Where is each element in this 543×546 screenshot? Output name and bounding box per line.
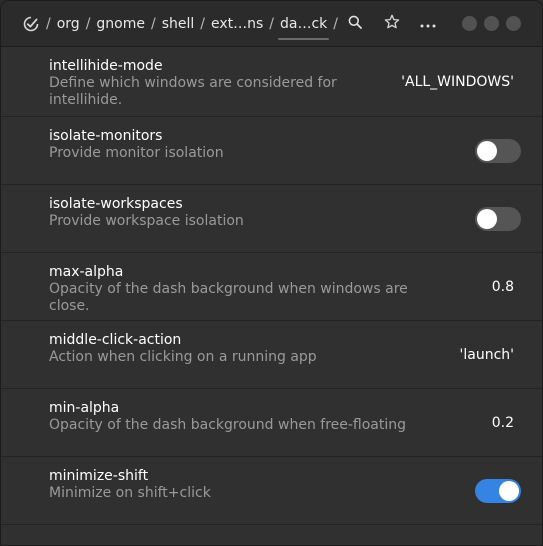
key-value: 'launch' [459,346,514,363]
breadcrumb-separator: / [150,15,156,32]
key-row-isolate-monitors[interactable]: isolate-monitors Provide monitor isolati… [1,117,542,185]
switch-knob [477,140,497,161]
header-bar: / org / gnome / shell / ext…ns / da…ck / [1,1,542,47]
row-text: middle-click-action Action when clicking… [49,332,379,366]
close-window-button[interactable] [506,16,521,31]
breadcrumb-org[interactable]: org [53,16,84,32]
key-name: middle-click-action [49,332,182,348]
breadcrumb-separator: / [46,15,51,32]
minimize-shift-switch[interactable] [475,478,521,503]
star-icon [384,14,400,34]
breadcrumb-dash-to-dock[interactable]: da…ck [276,16,331,40]
key-value: 'ALL_WINDOWS' [401,73,514,90]
row-text: min-alpha Opacity of the dash background… [49,400,449,434]
key-name: minimize-shift [49,468,149,484]
dconf-app-icon[interactable] [23,16,39,32]
breadcrumb-extensions[interactable]: ext…ns [207,16,267,32]
more-icon [420,16,436,32]
keys-list: intellihide-mode Define which windows ar… [1,47,542,525]
switch-knob [499,480,519,501]
breadcrumb-gnome[interactable]: gnome [92,16,149,32]
key-row-middle-click-action[interactable]: middle-click-action Action when clicking… [1,321,542,389]
key-name: isolate-workspaces [49,196,183,212]
key-description: Action when clicking on a running app [49,349,317,365]
breadcrumb-shell[interactable]: shell [158,16,199,32]
key-row-min-alpha[interactable]: min-alpha Opacity of the dash background… [1,389,542,457]
key-description: Provide workspace isolation [49,213,244,229]
key-row-intellihide-mode[interactable]: intellihide-mode Define which windows ar… [1,47,542,117]
maximize-window-button[interactable] [484,16,499,31]
key-description: Define which windows are considered for … [49,75,337,108]
dconf-editor-window: / org / gnome / shell / ext…ns / da…ck / [0,0,543,546]
breadcrumb-separator: / [269,15,275,32]
breadcrumb-separator: / [200,15,205,32]
key-description: Opacity of the dash background when free… [49,417,407,433]
row-text: isolate-monitors Provide monitor isolati… [49,128,379,162]
key-name: isolate-monitors [49,128,163,144]
key-name: min-alpha [49,400,120,416]
key-description: Opacity of the dash background when wind… [49,281,408,314]
menu-button[interactable] [417,13,439,35]
key-name: max-alpha [49,264,124,280]
isolate-workspaces-switch[interactable] [475,206,521,231]
search-button[interactable] [344,13,366,35]
breadcrumb-separator: / [85,15,91,32]
breadcrumb: / org / gnome / shell / ext…ns / da…ck / [44,1,340,46]
bookmark-button[interactable] [381,13,403,35]
key-name: intellihide-mode [49,58,163,74]
row-text: isolate-workspaces Provide workspace iso… [49,196,379,230]
key-value: 0.2 [491,414,514,431]
isolate-monitors-switch[interactable] [475,138,521,163]
row-text: intellihide-mode Define which windows ar… [49,58,379,109]
key-description: Provide monitor isolation [49,145,224,161]
search-icon [348,15,362,33]
key-value: 0.8 [491,278,514,295]
breadcrumb-separator: / [333,15,339,32]
switch-knob [477,208,497,229]
row-text: minimize-shift Minimize on shift+click [49,468,379,502]
key-row-minimize-shift[interactable]: minimize-shift Minimize on shift+click [1,457,542,525]
key-row-max-alpha[interactable]: max-alpha Opacity of the dash background… [1,253,542,321]
minimize-window-button[interactable] [462,16,477,31]
key-description: Minimize on shift+click [49,485,211,501]
row-text: max-alpha Opacity of the dash background… [49,264,449,315]
key-row-isolate-workspaces[interactable]: isolate-workspaces Provide workspace iso… [1,185,542,253]
